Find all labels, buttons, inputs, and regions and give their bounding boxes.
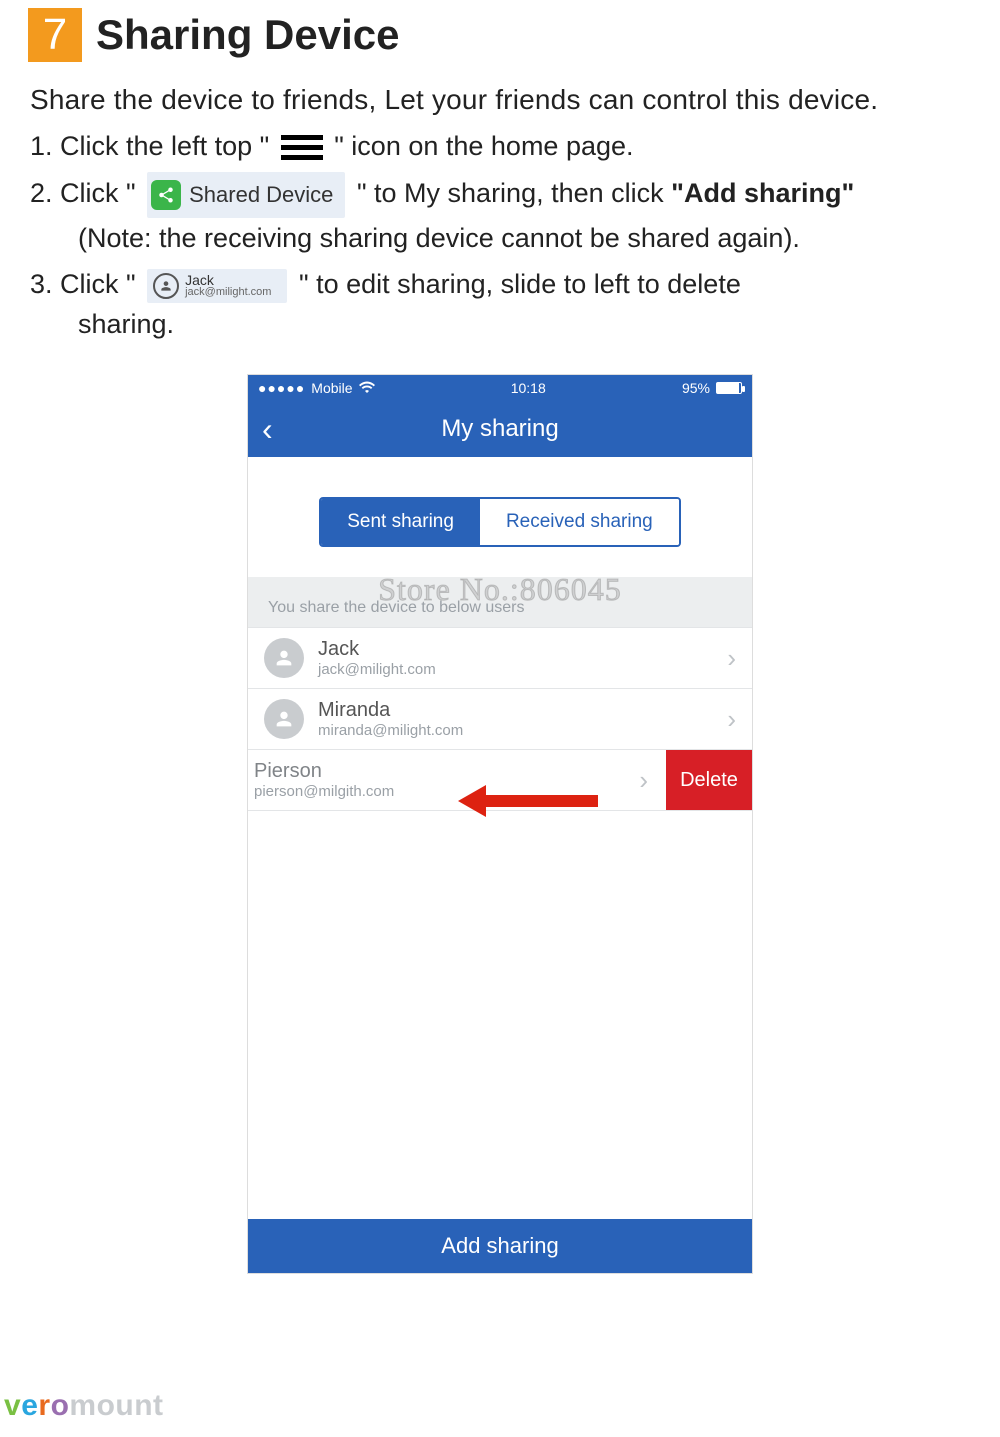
wifi-icon [359,380,375,396]
swipe-left-arrow-icon [458,779,598,828]
person-icon [153,273,179,299]
share-icon [151,180,181,210]
step-3-text-b: " to edit sharing, slide to left to dele… [299,269,741,299]
list-section-text: You share the device to below users [268,599,524,616]
lead-text: Share the device to friends, Let your fr… [30,84,970,116]
step-2: 2. Click " Shared Device " to My sharing… [30,172,970,258]
contact-pill-email: jack@milight.com [185,287,271,298]
phone-screenshot: ●●●●● Mobile 10:18 95% ‹ My sharing Sent… [247,374,753,1274]
contact-pill: Jack jack@milight.com [147,269,287,303]
user-email: jack@milight.com [318,661,727,678]
shared-device-pill: Shared Device [147,172,345,218]
contact-pill-name: Jack [185,273,271,287]
user-name: Jack [318,638,727,661]
user-email: miranda@milight.com [318,722,727,739]
delete-button[interactable]: Delete [666,750,752,810]
signal-dots-icon: ●●●●● [258,380,305,396]
step-3-text-c: sharing. [78,304,970,344]
avatar-icon [264,699,304,739]
status-bar: ●●●●● Mobile 10:18 95% [248,375,752,401]
step-1-text-a: 1. Click the left top " [30,131,277,161]
chevron-right-icon: › [639,765,648,796]
battery-percent: 95% [682,380,710,396]
step-2-bold: "Add sharing" [671,178,854,208]
hamburger-icon [281,130,323,165]
chevron-right-icon: › [727,643,736,674]
segmented-control: Sent sharing Received sharing [319,497,681,547]
section-title: Sharing Device [96,11,399,59]
add-sharing-button[interactable]: Add sharing [248,1219,752,1273]
user-row[interactable]: Miranda miranda@milight.com › [248,689,752,750]
tab-received-sharing[interactable]: Received sharing [480,499,679,545]
status-time: 10:18 [511,380,546,396]
nav-title: My sharing [248,415,752,443]
veromount-logo: veromount [4,1389,164,1423]
nav-bar: ‹ My sharing [248,401,752,457]
shared-device-label: Shared Device [189,175,333,215]
step-1-text-b: " icon on the home page. [334,131,633,161]
user-row-swiped[interactable]: Pierson pierson@milgith.com › Delete [248,750,752,811]
section-number-badge: 7 [28,8,82,62]
step-2-note: (Note: the receiving sharing device cann… [78,218,970,258]
battery-icon [716,382,742,394]
carrier-label: Mobile [311,380,352,396]
user-row[interactable]: Jack jack@milight.com › [248,628,752,689]
step-1: 1. Click the left top " " icon on the ho… [30,126,970,166]
tab-sent-sharing[interactable]: Sent sharing [321,499,480,545]
step-3-text-a: 3. Click " [30,269,143,299]
user-name: Miranda [318,699,727,722]
list-section-header: Store No.:806045 You share the device to… [248,577,752,628]
step-2-text-a: 2. Click " [30,178,143,208]
step-2-text-b: " to My sharing, then click [357,178,664,208]
step-3: 3. Click " Jack jack@milight.com " to ed… [30,264,970,344]
avatar-icon [264,638,304,678]
chevron-right-icon: › [727,704,736,735]
